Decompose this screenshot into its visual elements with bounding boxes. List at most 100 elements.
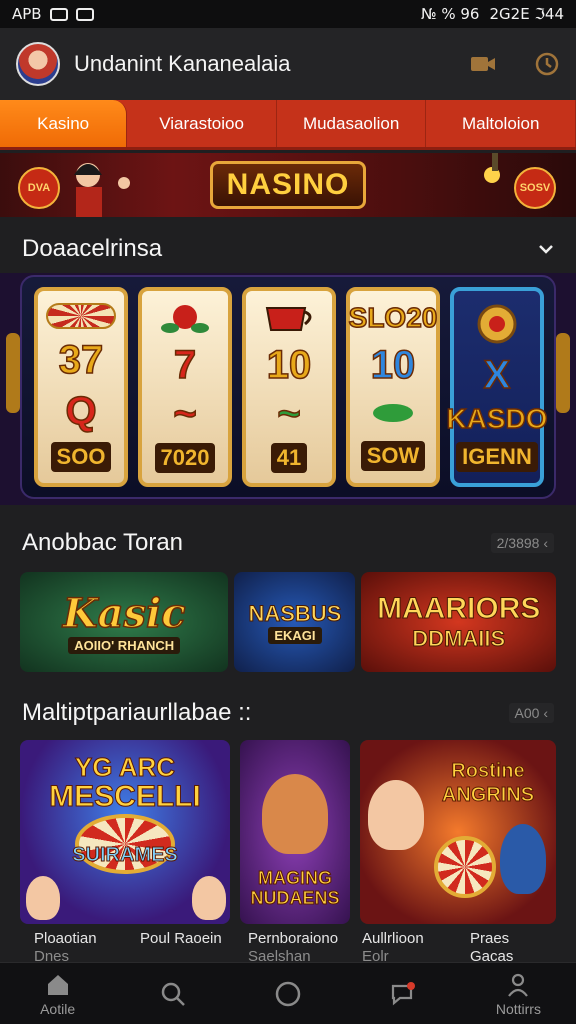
leaf-icon [373, 403, 413, 422]
reel-symbol: 10 [266, 342, 312, 387]
section-header-2: Anobbac Toran 2/3898 ‹ [0, 526, 576, 560]
tab-maltoloion[interactable]: Maltoloion [426, 100, 576, 147]
reel-1: 37 Q SOO [34, 287, 128, 487]
nav-label: Aotile [40, 1000, 76, 1017]
home-icon [47, 974, 68, 995]
promo-banner[interactable]: DVA NASINO SOSV [0, 153, 576, 217]
slot-frame: 37 Q SOO 7 ~ 7020 10 ~ 41 SLO20 10 SOW X… [20, 275, 556, 499]
status-bar: APB № % 96 2G2E ℑ44 [0, 0, 576, 28]
reel-value: SOW [360, 440, 426, 471]
rose-icon [161, 304, 209, 333]
section-title-3: Maltiptpariaurllabae :: [22, 699, 252, 726]
banner-left-badge: DVA [18, 167, 60, 209]
search-icon [161, 982, 185, 1006]
tile-label[interactable]: Poul Raoein [140, 930, 222, 948]
banner-logo: NASINO [210, 161, 366, 209]
featured-slot-game[interactable]: 37 Q SOO 7 ~ 7020 10 ~ 41 SLO20 10 SOW X… [0, 273, 576, 505]
tile-labels: Ploaotian Dnes Poul Raoein Pernboraiono Sa… [20, 930, 556, 983]
tile-title: MAGING [258, 868, 333, 889]
app-header: Undanint Kananealaia [0, 28, 576, 100]
reel-symbol: 7 [173, 342, 197, 387]
reel-symbol: X [483, 353, 511, 398]
chevron-down-icon[interactable] [538, 244, 554, 254]
clock-icon[interactable] [534, 52, 560, 76]
tab-viarastoioo[interactable]: Viarastoioo [127, 100, 277, 147]
reel-symbol: ~ [173, 391, 198, 436]
avatar[interactable] [16, 42, 60, 86]
reel-symbol: SLO20 [348, 301, 438, 333]
notification-icon [49, 7, 68, 21]
profile-icon [508, 973, 529, 997]
reel-symbol: KASDO [446, 402, 549, 434]
section-header-1: Doaacelrinsa [0, 232, 576, 266]
reel-value: IGENN [456, 442, 538, 473]
nav-chat[interactable] [346, 963, 461, 1024]
game-icon [75, 7, 94, 21]
reel-value: 41 [270, 442, 308, 473]
game-cards-row: Kasic AOIIO' RHANCH NASBUS EKAGI MAARIOR… [20, 572, 556, 672]
character-icon [26, 876, 60, 920]
character-icon [192, 876, 226, 920]
reel-symbol: ~ [277, 391, 302, 436]
section-more-3[interactable]: A00 ‹ [508, 703, 554, 723]
category-tabs: Kasino Viarastoioo Mudasaolion Maltoloio… [0, 100, 576, 150]
chat-icon [392, 981, 416, 1005]
section-more-2[interactable]: 2/3898 ‹ [490, 533, 554, 553]
slot-side-right [556, 333, 570, 413]
tile-title: ANGRINS [441, 784, 535, 807]
tile-title: YG ARC [74, 752, 176, 783]
nav-center[interactable] [230, 963, 345, 1024]
nav-label: Nottirrs [495, 1000, 541, 1017]
slot-side-left [6, 333, 20, 413]
tile-label[interactable]: Aullrlioon Eolr [362, 930, 424, 966]
status-time: 2G2E ℑ44 [489, 5, 564, 23]
tile-label[interactable]: Ploaotian Dnes [34, 930, 97, 966]
reel-4: SLO20 10 SOW [346, 287, 440, 487]
signal-text: № % 96 [421, 5, 480, 23]
reel-value: 7020 [154, 442, 216, 473]
app-title: Undanint Kananealaia [74, 51, 291, 76]
card-title: Kasic [62, 589, 186, 638]
roulette-chip-icon [46, 302, 116, 329]
reel-2: 7 ~ 7020 [138, 287, 232, 487]
medallion-icon [477, 304, 517, 344]
tile-title: NUDAENS [250, 888, 340, 909]
tile-title: MESCELLI [49, 780, 202, 814]
game-tile[interactable]: YG ARC MESCELLI SUIRAMES [20, 740, 230, 924]
tile-subtitle: SUIRAMES [72, 844, 179, 867]
game-tile[interactable]: MAGING NUDAENS [240, 740, 350, 924]
section-header-3: Maltiptpariaurllabae :: A00 ‹ [0, 696, 576, 730]
video-icon[interactable] [470, 53, 496, 75]
game-tile[interactable]: Rostine ANGRINS [360, 740, 556, 924]
card-title: NASBUS [248, 600, 342, 626]
character-icon [368, 780, 424, 850]
game-card[interactable]: NASBUS EKAGI [234, 572, 356, 672]
card-subtitle: DDMAIIS [412, 626, 506, 652]
card-subtitle: AOIIO' RHANCH [68, 637, 181, 654]
spotlight-icon [484, 153, 500, 183]
banner-right-badge: SOSV [514, 167, 556, 209]
cup-icon [265, 306, 312, 331]
reel-3: 10 ~ 41 [242, 287, 336, 487]
section-title-2: Anobbac Toran [22, 529, 184, 556]
reel-symbol: 37 [58, 337, 104, 382]
nav-home[interactable]: Aotile [0, 963, 115, 1024]
card-title: MAARIORS [377, 592, 541, 626]
character-icon [500, 824, 546, 894]
reel-value: SOO [50, 441, 112, 472]
card-subtitle: EKAGI [268, 626, 322, 644]
tab-mudasaolion[interactable]: Mudasaolion [277, 100, 427, 147]
reel-5: X KASDO IGENN [446, 287, 548, 487]
nav-profile[interactable]: Nottirrs [461, 963, 576, 1024]
bottom-nav: Aotile Nottirrs [0, 962, 576, 1024]
status-left-text: APB [12, 5, 42, 23]
dealer-character-icon [74, 163, 130, 217]
game-card[interactable]: MAARIORS DDMAIIS [361, 572, 556, 672]
section-title-1: Doaacelrinsa [22, 235, 163, 262]
tile-label[interactable]: Pernboraiono Saelshan [248, 930, 338, 966]
game-tiles-row: YG ARC MESCELLI SUIRAMES MAGING NUDAENS … [20, 740, 556, 926]
circle-icon [275, 981, 301, 1006]
nav-search[interactable] [115, 963, 230, 1024]
game-card[interactable]: Kasic AOIIO' RHANCH [20, 572, 229, 672]
tab-kasino[interactable]: Kasino [0, 100, 128, 147]
